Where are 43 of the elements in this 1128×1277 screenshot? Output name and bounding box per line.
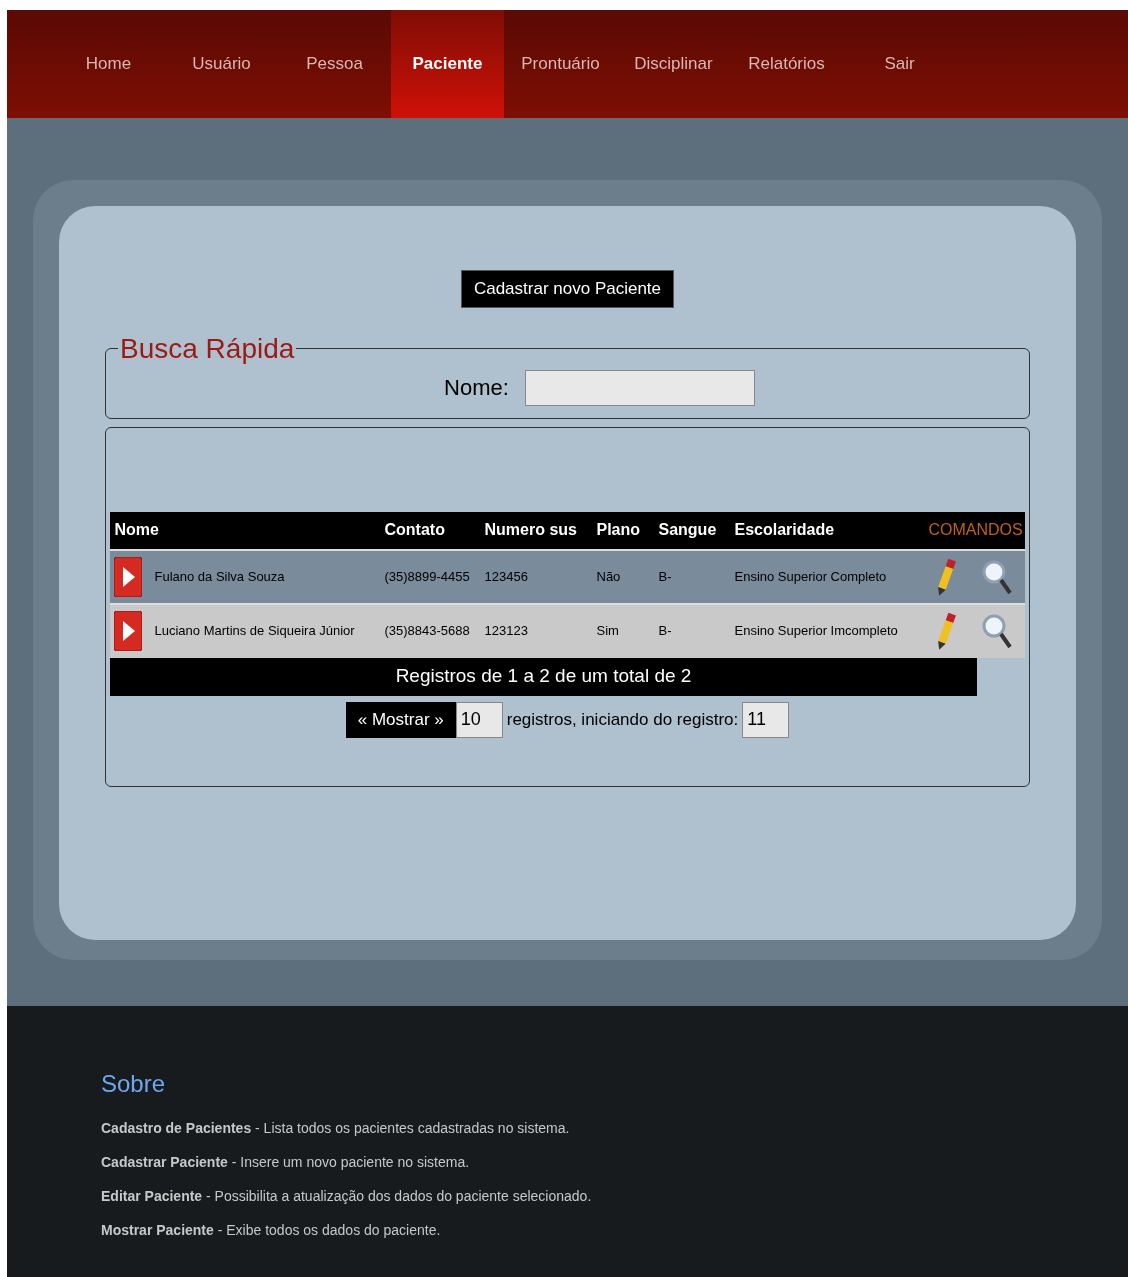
table-cell: (35)8843-5688 (380, 603, 481, 658)
footer-description: Cadastro de Pacientes - Lista todos os pacientes cadastradas no sistema. (101, 1119, 571, 1138)
records-summary: Registros de 1 a 2 de um total de 2 (110, 657, 977, 696)
column-header: Nome (110, 511, 381, 550)
pager-label: registros, iniciando do registro: (506, 708, 739, 731)
table-cell: B- (654, 603, 731, 658)
nav-tab[interactable]: Sair (843, 10, 956, 118)
nav-tab[interactable]: Paciente (391, 10, 504, 118)
table-cell: Ensino Superior Completo (730, 549, 929, 604)
nav-tab[interactable]: Prontuário (504, 10, 617, 118)
name-label: Nome: (444, 374, 509, 402)
start-record-input[interactable]: 11 (742, 701, 790, 738)
table-cell: Sim (592, 603, 655, 658)
table-cell: Ensino Superior Imcompleto (730, 603, 929, 658)
nav-tab[interactable]: Relatórios (730, 10, 843, 118)
show-button[interactable]: « Mostrar » (345, 701, 456, 738)
footer-description: Cadastrar Paciente - Insere um novo paciente no sistema. (101, 1153, 471, 1172)
table-cell: Luciano Martins de Siqueira Júnior (150, 603, 381, 658)
column-header: COMANDOS (928, 511, 1025, 550)
footer-description: Mostrar Paciente - Exibe todos os dados do paciente. (101, 1221, 442, 1240)
column-header: Escolaridade (730, 511, 929, 550)
nav-tab[interactable]: Home (52, 10, 165, 118)
table-cell: 123456 (480, 549, 593, 604)
play-icon[interactable] (114, 611, 143, 651)
column-header: Numero sus (480, 511, 593, 550)
table-cell: Fulano da Silva Souza (150, 549, 381, 604)
table-cell: 123123 (480, 603, 593, 658)
column-header: Plano (592, 511, 655, 550)
footer-description: Editar Paciente - Possibilita a atualização dos dados do paciente selecionado. (101, 1187, 593, 1206)
nav-tab[interactable]: Pessoa (278, 10, 391, 118)
name-input[interactable] (524, 369, 755, 406)
column-header: Contato (380, 511, 481, 550)
quick-search-title: Busca Rápida (119, 331, 296, 366)
play-icon[interactable] (114, 556, 143, 597)
nav-tab[interactable]: Usuário (165, 10, 278, 118)
new-patient-button[interactable]: Cadastrar novo Paciente (460, 270, 675, 308)
table-cell: Não (592, 549, 655, 604)
nav-tab[interactable]: Disciplinar (617, 10, 730, 118)
table-cell: (35)8899-4455 (380, 549, 481, 604)
records-count-input[interactable]: 10 (455, 701, 503, 738)
column-header: Sangue (654, 511, 731, 550)
footer-title: Sobre (101, 1069, 167, 1099)
table-cell: B- (654, 549, 731, 604)
